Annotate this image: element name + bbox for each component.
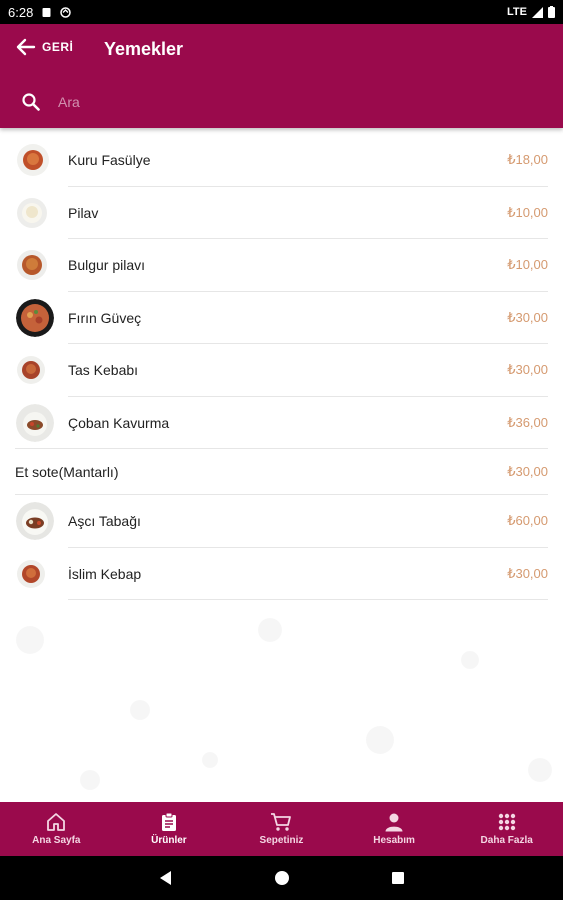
nav-more[interactable]: Daha Fazla [450, 802, 563, 856]
person-icon [385, 813, 403, 832]
clipboard-icon [161, 812, 176, 831]
chef-plate-thumb [16, 502, 54, 541]
square-recents-icon [391, 872, 404, 884]
system-home-button[interactable] [274, 870, 290, 886]
back-label: GERİ [42, 40, 74, 54]
item-price: ₺30,00 [507, 362, 548, 378]
list-item[interactable]: Aşcı Tabağı ₺60,00 [0, 495, 563, 548]
item-name: Pilav [68, 204, 99, 221]
network-label: LTE [507, 6, 527, 18]
item-name: Fırın Güveç [68, 309, 142, 326]
nav-products[interactable]: Ürünler [113, 802, 226, 856]
sync-icon [60, 6, 72, 18]
status-time: 6:28 [8, 4, 34, 20]
item-name: Bulgur pilavı [68, 257, 146, 274]
item-price: ₺30,00 [507, 309, 548, 325]
search-bar [0, 82, 563, 122]
status-bar: 6:28 LTE [0, 0, 563, 24]
item-price: ₺30,00 [507, 565, 548, 581]
item-name: Tas Kebabı [68, 362, 139, 379]
system-back-button[interactable] [158, 870, 174, 886]
search-input[interactable] [58, 94, 518, 110]
bean-stew-thumb [16, 143, 50, 177]
item-price: ₺36,00 [507, 414, 548, 430]
home-icon [47, 813, 66, 831]
list-item[interactable]: Et sote(Mantarlı) ₺30,00 [0, 449, 563, 495]
item-price: ₺18,00 [507, 152, 548, 168]
tas-kebab-thumb [16, 355, 46, 385]
item-price: ₺30,00 [507, 464, 548, 479]
system-nav-bar [0, 856, 563, 900]
nav-home[interactable]: Ana Sayfa [0, 802, 113, 856]
app-bar: GERİ Yemekler [0, 24, 563, 128]
nav-account[interactable]: Hesabım [338, 802, 451, 856]
item-name: Aşcı Tabağı [68, 513, 141, 530]
item-name: Et sote(Mantarlı) [15, 464, 119, 480]
cart-icon [271, 813, 292, 831]
page-title: Yemekler [104, 39, 184, 59]
item-price: ₺60,00 [507, 513, 548, 529]
nav-label: Daha Fazla [480, 835, 533, 846]
coban-kavurma-thumb [16, 403, 54, 442]
status-right: LTE [507, 6, 555, 18]
list-item[interactable]: Pilav ₺10,00 [0, 187, 563, 239]
item-name: İslim Kebap [68, 565, 142, 582]
nav-label: Sepetiniz [259, 835, 304, 846]
item-name: Çoban Kavurma [68, 414, 170, 431]
rice-thumb [16, 197, 48, 229]
menu-list: Kuru Fasülye ₺18,00 Pilav ₺10,00 Bulgur … [0, 134, 563, 600]
list-item[interactable]: Tas Kebabı ₺30,00 [0, 344, 563, 397]
triangle-back-icon [159, 871, 171, 885]
item-name: Kuru Fasülye [68, 152, 151, 169]
list-item[interactable]: Kuru Fasülye ₺18,00 [0, 134, 563, 187]
bulgur-thumb [16, 249, 48, 281]
list-item[interactable]: Çoban Kavurma ₺36,00 [0, 397, 563, 449]
list-item[interactable]: Bulgur pilavı ₺10,00 [0, 239, 563, 292]
notification-icon [42, 7, 51, 17]
nav-label: Hesabım [373, 835, 415, 846]
grid-icon [498, 813, 515, 831]
battery-icon [548, 6, 555, 18]
signal-icon [532, 6, 543, 18]
item-price: ₺10,00 [507, 204, 548, 220]
circle-home-icon [274, 871, 289, 885]
back-button[interactable]: GERİ [16, 38, 73, 56]
item-price: ₺10,00 [507, 257, 548, 273]
arrow-left-icon [16, 38, 36, 56]
bottom-nav: Ana Sayfa Ürünler Sepetiniz Hesabım Daha… [0, 802, 563, 856]
list-item[interactable]: Fırın Güveç ₺30,00 [0, 292, 563, 344]
background-pattern [16, 618, 552, 790]
nav-label: Ana Sayfa [32, 835, 81, 846]
list-item[interactable]: İslim Kebap ₺30,00 [0, 548, 563, 600]
casserole-thumb [16, 298, 54, 337]
nav-label: Ürünler [151, 835, 187, 846]
search-icon [22, 93, 40, 111]
islim-kebab-thumb [16, 559, 46, 589]
nav-cart[interactable]: Sepetiniz [225, 802, 338, 856]
system-recents-button[interactable] [390, 870, 406, 886]
